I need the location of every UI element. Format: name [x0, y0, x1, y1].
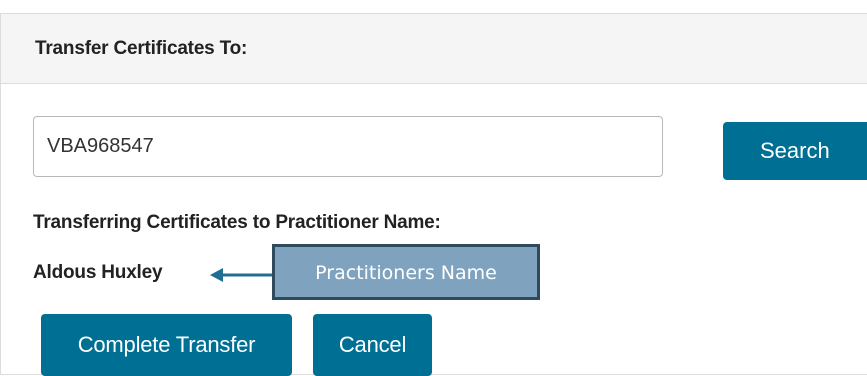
practitioner-name-value: Aldous Huxley [33, 262, 163, 283]
search-button[interactable]: Search [723, 122, 867, 180]
complete-transfer-button[interactable]: Complete Transfer [41, 314, 292, 376]
cancel-button[interactable]: Cancel [313, 314, 432, 376]
arrow-left-icon [210, 268, 274, 282]
practitioner-name-heading: Transferring Certificates to Practitione… [33, 212, 441, 233]
transfer-certificates-panel: Transfer Certificates To: Search Transfe… [0, 0, 867, 376]
panel-title: Transfer Certificates To: [35, 38, 248, 59]
practitioner-search-input[interactable] [33, 116, 663, 177]
practitioners-name-callout: Practitioners Name [272, 244, 540, 300]
